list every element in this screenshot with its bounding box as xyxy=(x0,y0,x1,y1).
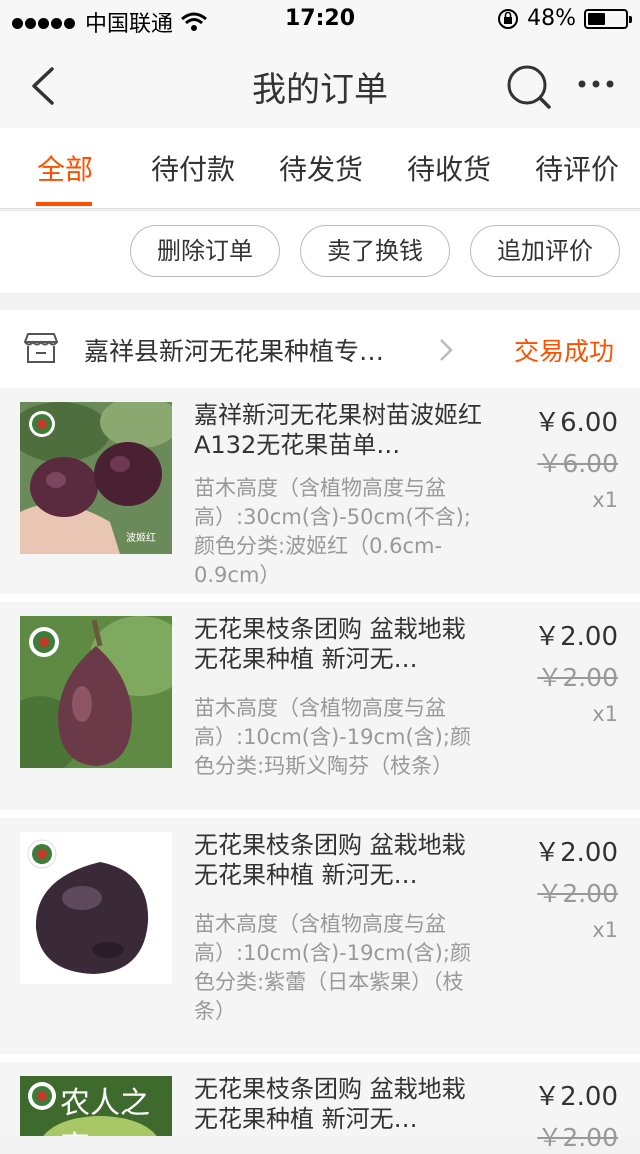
nav-bar: 我的订单 xyxy=(0,40,640,128)
product-image[interactable] xyxy=(20,616,172,768)
original-price: ￥2.00 xyxy=(537,663,618,692)
delete-order-button[interactable]: 删除订单 xyxy=(130,225,280,277)
product-title[interactable]: 无花果枝条团购 盆栽地栽 无花果种植 新河无… xyxy=(194,830,484,890)
tab-all[interactable]: 全部 xyxy=(37,148,93,188)
product-props: 苗木高度（含植物高度与盆高）:10cm(含)-19cm(含);颜色分类:紫蕾（日… xyxy=(194,912,471,1023)
order-status: 交易成功 xyxy=(513,337,614,366)
product-title[interactable]: 嘉祥新河无花果树苗波姬红A132无花果苗单… xyxy=(194,400,484,460)
original-price: ￥2.00 xyxy=(537,1123,618,1152)
tab-pending-review[interactable]: 待评价 xyxy=(535,148,619,188)
product-price: ￥2.00 xyxy=(534,622,618,652)
tab-pending-payment[interactable]: 待付款 xyxy=(151,148,235,188)
order-item[interactable]: 无花果枝条团购 盆栽地栽 无花果种植 新河无… 苗木高度（含植物高度与盆高）:1… xyxy=(0,818,640,1054)
tab-pending-shipment[interactable]: 待发货 xyxy=(279,148,363,188)
order-item[interactable]: 波姬红 嘉祥新河无花果树苗波姬红A132无花果苗单… 苗木高度（含植物高度与盆高… xyxy=(0,388,640,594)
original-price: ￥2.00 xyxy=(537,879,618,908)
battery-icon xyxy=(584,8,632,29)
order-actions: 删除订单 卖了换钱 追加评价 xyxy=(0,210,640,293)
search-icon[interactable] xyxy=(506,64,552,110)
shop-name[interactable]: 嘉祥县新河无花果种植专… xyxy=(84,332,384,368)
product-image[interactable]: 农人之家 xyxy=(20,1076,172,1136)
order-tabs: 全部 待付款 待发货 待收货 待评价 xyxy=(0,128,640,209)
product-price: ￥2.00 xyxy=(534,838,618,868)
resell-button[interactable]: 卖了换钱 xyxy=(300,225,450,277)
shop-icon xyxy=(24,333,58,363)
status-right: 48% xyxy=(497,6,632,31)
battery-percent: 48% xyxy=(527,6,576,31)
product-image[interactable] xyxy=(20,832,172,984)
product-price: ￥6.00 xyxy=(534,408,618,438)
product-quantity: x1 xyxy=(592,702,618,726)
tab-pending-receipt[interactable]: 待收货 xyxy=(407,148,491,188)
active-tab-indicator xyxy=(36,202,92,206)
orientation-lock-icon xyxy=(498,8,519,29)
product-image[interactable]: 波姬红 xyxy=(20,402,172,554)
order-item[interactable]: 农人之家 无花果枝条团购 盆栽地栽 无花果种植 新河无… ￥2.00 ￥2.00 xyxy=(0,1062,640,1152)
order-item[interactable]: 无花果枝条团购 盆栽地栽 无花果种植 新河无… 苗木高度（含植物高度与盆高）:1… xyxy=(0,602,640,810)
product-props: 苗木高度（含植物高度与盆高）:10cm(含)-19cm(含);颜色分类:玛斯义陶… xyxy=(194,696,471,778)
original-price: ￥6.00 xyxy=(537,449,618,478)
status-bar: 中国联通 17:20 48% xyxy=(0,0,640,40)
product-title[interactable]: 无花果枝条团购 盆栽地栽 无花果种植 新河无… xyxy=(194,1074,484,1134)
image-caption: 农人之家 xyxy=(60,1086,150,1136)
product-quantity: x1 xyxy=(592,488,618,512)
more-horizontal-icon[interactable] xyxy=(576,74,616,94)
product-title[interactable]: 无花果枝条团购 盆栽地栽 无花果种植 新河无… xyxy=(194,614,484,674)
image-caption: 波姬红 xyxy=(126,533,156,544)
add-review-button[interactable]: 追加评价 xyxy=(470,225,620,277)
shop-header[interactable]: 嘉祥县新河无花果种植专… 交易成功 xyxy=(0,310,640,388)
product-quantity: x1 xyxy=(592,918,618,942)
order-card: 嘉祥县新河无花果种植专… 交易成功 波姬红 嘉祥新河无花果树苗波姬红A132无花… xyxy=(0,310,640,1152)
product-props: 苗木高度（含植物高度与盆高）:30cm(含)-50cm(不含);颜色分类:波姬红… xyxy=(194,476,471,587)
product-price: ￥2.00 xyxy=(534,1082,618,1112)
chevron-right-icon xyxy=(440,339,453,361)
